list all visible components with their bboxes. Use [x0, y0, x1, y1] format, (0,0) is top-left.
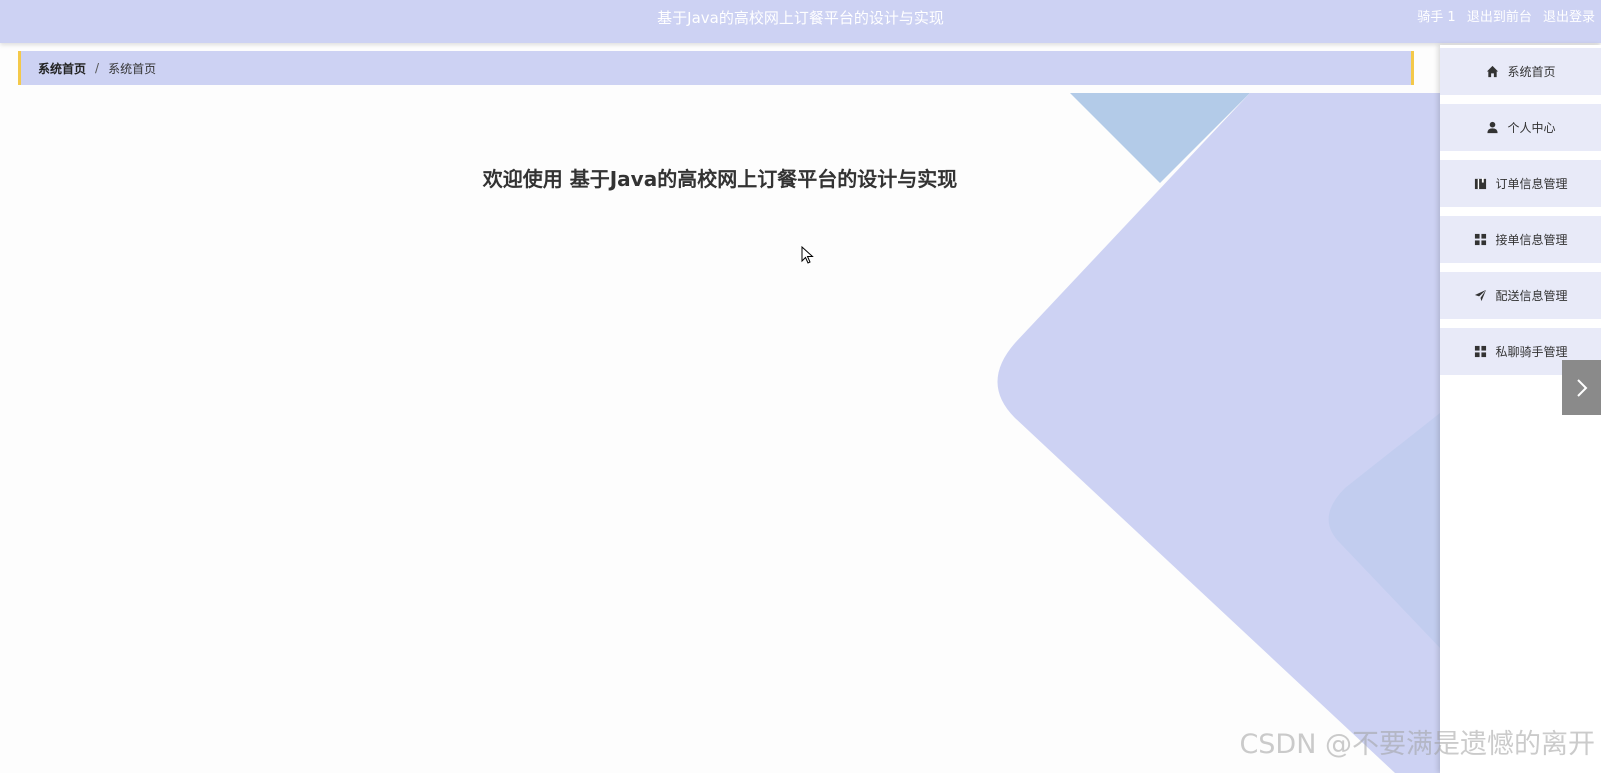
sidebar-item-profile[interactable]: 个人中心 — [1440, 104, 1601, 151]
breadcrumb-separator: / — [95, 61, 100, 75]
sidebar-item-label: 接单信息管理 — [1495, 233, 1568, 247]
breadcrumb: 系统首页 / 系统首页 — [18, 51, 1414, 85]
sidebar-item-home[interactable]: 系统首页 — [1440, 48, 1601, 95]
grid-icon — [1473, 233, 1487, 247]
user-name[interactable]: 骑手 1 — [1417, 10, 1455, 25]
user-icon — [1485, 121, 1499, 135]
watermark: CSDN @不要满是遗憾的离开 — [1239, 729, 1595, 760]
mouse-cursor-icon — [801, 246, 814, 264]
site-title: 基于Java的高校网上订餐平台的设计与实现 — [657, 9, 944, 27]
breadcrumb-current: 系统首页 — [108, 61, 157, 76]
sidebar-toggle-button[interactable] — [1562, 360, 1601, 415]
grid-icon — [1473, 345, 1487, 359]
sidebar-item-label: 私聊骑手管理 — [1495, 345, 1568, 359]
sidebar-item-orders[interactable]: 订单信息管理 — [1440, 160, 1601, 207]
decor-diamond-shape — [997, 93, 1440, 773]
exit-to-front-link[interactable]: 退出到前台 — [1467, 10, 1532, 25]
main-content: 欢迎使用 基于Java的高校网上订餐平台的设计与实现 — [0, 93, 1440, 773]
sidebar-item-label: 配送信息管理 — [1495, 289, 1568, 303]
logout-link[interactable]: 退出登录 — [1543, 10, 1595, 25]
sidebar-item-accept-orders[interactable]: 接单信息管理 — [1440, 216, 1601, 263]
sidebar-item-delivery[interactable]: 配送信息管理 — [1440, 272, 1601, 319]
home-icon — [1485, 65, 1499, 79]
breadcrumb-home[interactable]: 系统首页 — [38, 60, 86, 77]
background-decoration — [997, 93, 1440, 773]
sidebar-item-label: 订单信息管理 — [1495, 177, 1568, 191]
paper-plane-icon — [1473, 289, 1487, 303]
chevron-right-icon — [1576, 378, 1587, 397]
sidebar-item-label: 个人中心 — [1507, 121, 1556, 135]
header-user-links: 骑手 1 退出到前台 退出登录 — [1410, 0, 1595, 36]
book-icon — [1473, 177, 1487, 191]
top-header: 基于Java的高校网上订餐平台的设计与实现 骑手 1 退出到前台 退出登录 — [0, 0, 1601, 43]
sidebar-item-label: 系统首页 — [1507, 65, 1556, 79]
welcome-heading: 欢迎使用 基于Java的高校网上订餐平台的设计与实现 — [482, 167, 958, 191]
